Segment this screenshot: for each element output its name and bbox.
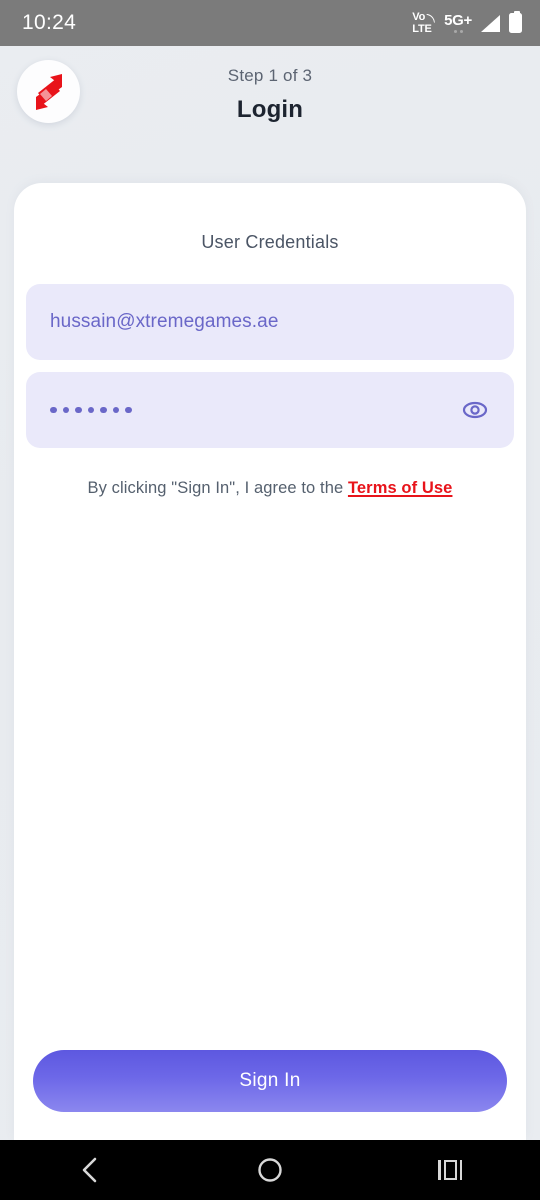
- network-activity-dots: [453, 30, 463, 33]
- terms-prefix: By clicking "Sign In", I agree to the: [87, 479, 348, 497]
- volte-signal-arc: [425, 13, 436, 23]
- signal-bars-icon: [481, 14, 500, 32]
- recents-icon: [438, 1160, 462, 1180]
- step-indicator: Step 1 of 3: [227, 66, 313, 85]
- network-type-label: 5G+: [444, 12, 472, 29]
- terms-agreement-text: By clicking "Sign In", I agree to the Te…: [14, 479, 526, 498]
- chevron-left-icon: [82, 1157, 97, 1183]
- section-title: User Credentials: [201, 232, 339, 252]
- 5g-plus-icon: 5G+: [444, 13, 472, 33]
- battery-icon: [509, 11, 522, 33]
- page-header: Step 1 of 3 Login: [0, 46, 540, 183]
- email-input-value[interactable]: hussain@xtremegames.ae: [50, 311, 278, 333]
- password-masked-value[interactable]: [50, 406, 132, 414]
- terms-of-use-link[interactable]: Terms of Use: [348, 479, 453, 497]
- eye-icon[interactable]: [460, 395, 490, 425]
- eye-icon-glyph: [462, 401, 488, 419]
- nav-back-button[interactable]: [45, 1140, 135, 1200]
- android-nav-bar: [0, 1140, 540, 1200]
- email-field[interactable]: hussain@xtremegames.ae: [26, 284, 514, 360]
- login-card: User Credentials hussain@xtremegames.ae …: [14, 183, 526, 1140]
- status-bar-icons: Vo LTE 5G+: [412, 10, 522, 35]
- status-bar: 10:24 Vo LTE 5G+: [0, 0, 540, 46]
- page-title: Login: [236, 96, 304, 123]
- circle-home-icon: [258, 1158, 282, 1182]
- nav-home-button[interactable]: [225, 1140, 315, 1200]
- phone-screen: 10:24 Vo LTE 5G+ Step 1 of 3 Login User …: [0, 0, 540, 1200]
- volte-top-label: Vo: [412, 10, 426, 23]
- nav-recents-button[interactable]: [405, 1140, 495, 1200]
- volte-bottom-label: LTE: [412, 22, 432, 35]
- sign-in-button[interactable]: Sign In: [33, 1050, 507, 1112]
- status-bar-clock: 10:24: [22, 11, 77, 34]
- volte-icon: Vo LTE: [412, 10, 436, 35]
- password-field[interactable]: [26, 372, 514, 448]
